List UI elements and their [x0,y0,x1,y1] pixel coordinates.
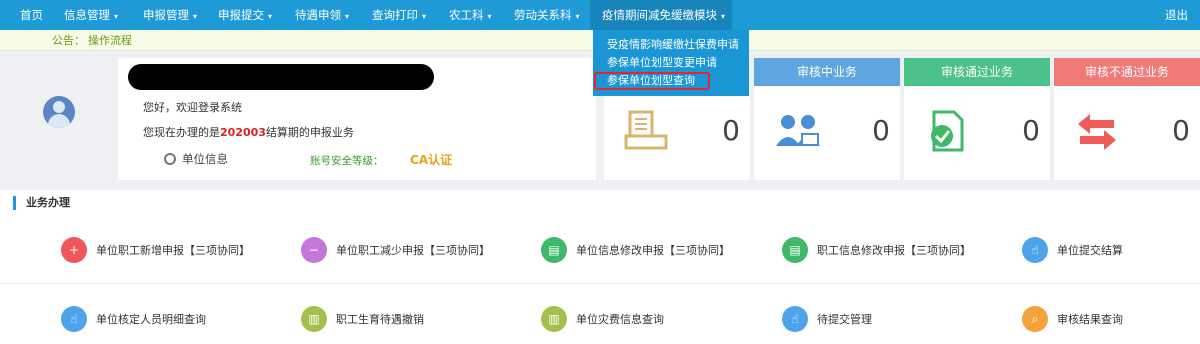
pending-submit-icon: ☝ [782,306,808,332]
security-level-label: 账号安全等级： [310,155,384,167]
unit-fee-icon: ▥ [541,306,567,332]
tile-label: 职工信息修改申报【三项协同】 [817,244,971,257]
maternity-cancel-icon: ▥ [301,306,327,332]
tile-label: 单位核定人员明细查询 [96,313,206,326]
settlement-period-text: 您现在办理的是202003结算期的申报业务 [143,126,354,139]
chevron-down-icon: ▾ [114,12,119,21]
nav-declare-management[interactable]: 申报管理 ▾ [143,0,197,30]
nav-query-print[interactable]: 查询打印 ▾ [372,0,426,30]
stat-title-approved: 审核通过业务 [904,58,1050,86]
chevron-down-icon: ▾ [193,12,198,21]
submit-settle-icon: ☝ [1022,237,1048,263]
remove-user-icon: − [301,237,327,263]
chevron-down-icon: ▾ [575,12,580,21]
chevron-down-icon: ▾ [721,12,726,21]
settlement-period-value: 202003 [220,126,266,139]
add-user-icon: + [61,237,87,263]
row-divider [0,283,1200,284]
tile-unit-fee-query[interactable]: ▥ 单位灾费信息查询 [541,306,701,332]
nav-declare-submit[interactable]: 申报提交 ▾ [218,0,272,30]
tile-submit-settlement[interactable]: ☝ 单位提交结算 [1022,237,1142,263]
tile-staff-detail-query[interactable]: ☝ 单位核定人员明细查询 [61,306,241,332]
stat-card-approved[interactable]: 审核通过业务 0 [904,58,1050,180]
security-level-value: CA认证 [410,153,453,167]
avatar [43,96,75,128]
stat-count-approved: 0 [1022,114,1040,147]
tile-label: 职工生育待遇撤销 [336,313,424,326]
nav-labor-relations[interactable]: 劳动关系科 ▾ [514,0,580,30]
tile-pending-submit[interactable]: ☝ 待提交管理 [782,306,902,332]
tile-label: 单位提交结算 [1057,244,1123,257]
unit-card-icon: ▤ [541,237,567,263]
stat-count-reviewing: 0 [872,114,890,147]
unit-info-button[interactable]: 单位信息 [164,151,228,167]
nav-rural-worker[interactable]: 农工科 ▾ [449,0,492,30]
dropdown-item-type-change[interactable]: 参保单位划型变更申请 [593,54,749,72]
stat-title-reviewing: 审核中业务 [754,58,900,86]
tile-unit-info-change[interactable]: ▤ 单位信息修改申报【三项协同】 [541,237,730,263]
business-section-title: 业务办理 [13,196,70,210]
stat-count-rejected: 0 [1172,114,1190,147]
transfer-arrows-icon [1078,114,1116,150]
tile-label: 单位信息修改申报【三项协同】 [576,244,730,257]
welcome-text: 您好，欢迎登录系统 [143,101,242,114]
stat-card-reviewing[interactable]: 审核中业务 0 [754,58,900,180]
chevron-down-icon: ▾ [487,12,492,21]
redacted-unit-name [128,64,434,90]
nav-home[interactable]: 首页 [20,0,43,30]
staff-card-icon: ▤ [782,237,808,263]
search-result-icon: ⌕ [1022,306,1048,332]
tile-reduce-staff[interactable]: − 单位职工减少申报【三项协同】 [301,237,490,263]
users-reviewing-icon [776,115,820,146]
tile-add-staff[interactable]: + 单位职工新增申报【三项协同】 [61,237,250,263]
chevron-down-icon: ▾ [345,12,350,21]
tile-staff-info-change[interactable]: ▤ 职工信息修改申报【三项协同】 [782,237,971,263]
notice-label: 公告： [52,34,85,47]
staff-detail-icon: ☝ [61,306,87,332]
chevron-down-icon: ▾ [422,12,427,21]
document-printer-icon [624,110,668,150]
tile-label: 单位职工减少申报【三项协同】 [336,244,490,257]
dropdown-item-defer-application[interactable]: 受疫情影响缓缴社保费申请 [593,36,749,54]
logout-link[interactable]: 退出 [1165,0,1188,30]
dropdown-item-type-query[interactable]: 参保单位划型查询 [594,72,710,90]
tile-audit-result-query[interactable]: ⌕ 审核结果查询 [1022,306,1142,332]
tile-label: 审核结果查询 [1057,313,1123,326]
tile-label: 单位职工新增申报【三项协同】 [96,244,250,257]
chevron-down-icon: ▾ [268,12,273,21]
nav-info-management[interactable]: 信息管理 ▾ [64,0,118,30]
stat-title-rejected: 审核不通过业务 [1054,58,1200,86]
gear-icon [164,153,176,165]
tile-label: 待提交管理 [817,313,872,326]
approved-check-icon [931,110,964,152]
top-navigation-bar: 首页 信息管理 ▾ 申报管理 ▾ 申报提交 ▾ 待遇申领 ▾ 查询打印 ▾ 农工科 ▾ 劳动… [0,0,1200,30]
stat-card-rejected[interactable]: 审核不通过业务 0 [1054,58,1200,180]
notice-link[interactable]: 操作流程 [88,30,132,51]
tile-maternity-cancel[interactable]: ▥ 职工生育待遇撤销 [301,306,461,332]
nav-epidemic-module[interactable]: 疫情期间减免缓缴模块 ▾ [590,0,732,30]
epidemic-module-dropdown: 受疫情影响缓缴社保费申请 参保单位划型变更申请 参保单位划型查询 [593,30,749,96]
stat-count-total: 0 [722,114,740,147]
tile-label: 单位灾费信息查询 [576,313,664,326]
nav-benefit-claim[interactable]: 待遇申领 ▾ [295,0,349,30]
